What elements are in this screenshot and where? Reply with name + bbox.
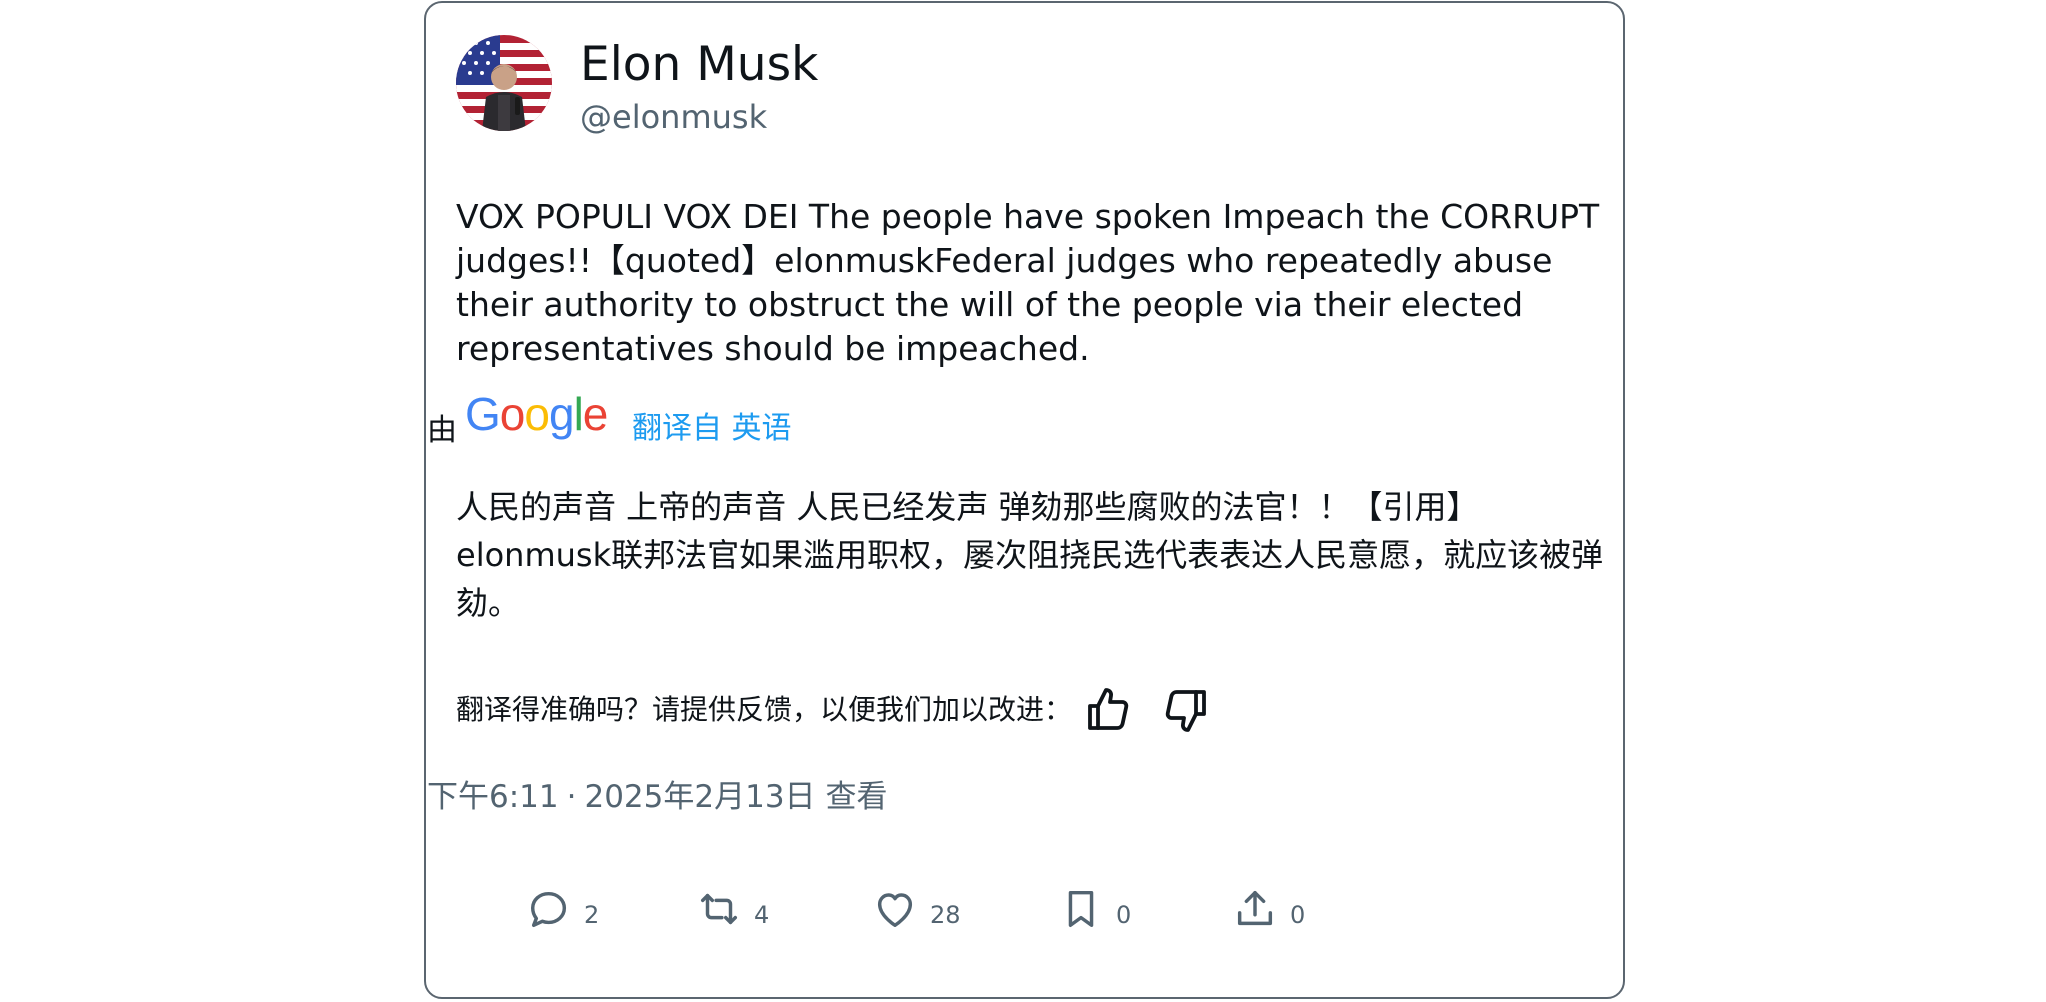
bookmark-icon — [1068, 890, 1094, 928]
avatar[interactable] — [456, 35, 552, 131]
tweet-time[interactable]: 下午6:11 — [427, 779, 559, 815]
google-logo: Google — [465, 388, 608, 440]
action-bar: 2 4 28 0 0 — [426, 879, 1623, 939]
view-link[interactable]: 查看 — [826, 779, 888, 815]
translated-by-label: 由 — [427, 413, 457, 448]
author-name[interactable]: Elon Musk — [580, 37, 818, 93]
tweet-card: Elon Musk @elonmusk VOX POPULI VOX DEI T… — [424, 1, 1625, 999]
reply-icon — [530, 891, 567, 928]
timestamp-separator: · — [566, 779, 577, 815]
feedback-prompt: 翻译得准确吗？请提供反馈，以便我们加以改进： — [456, 693, 1073, 726]
like-button[interactable]: 28 — [872, 879, 961, 939]
share-icon — [1237, 890, 1273, 926]
translation-text: 人民的声音 上帝的声音 人民已经发声 弹劾那些腐败的法官！！【引用】elonmu… — [456, 488, 1604, 622]
retweet-count: 4 — [754, 901, 770, 929]
thumbs-down-icon[interactable] — [1162, 686, 1210, 734]
reply-count: 2 — [584, 901, 600, 929]
reply-button[interactable]: 2 — [526, 879, 599, 939]
author-handle[interactable]: @elonmusk — [580, 97, 767, 137]
translated-from-link[interactable]: 翻译自 英语 — [632, 409, 792, 449]
tweet-text: VOX POPULI VOX DEI The people have spoke… — [456, 197, 1600, 368]
retweet-icon — [700, 893, 738, 925]
bookmark-button[interactable]: 0 — [1058, 879, 1131, 939]
tweet-timestamp: 下午6:11 · 2025年2月13日 查看 — [427, 777, 888, 817]
thumbs-up-icon[interactable] — [1084, 686, 1132, 734]
translation-feedback: 翻译得准确吗？请提供反馈，以便我们加以改进： — [456, 683, 1210, 737]
bookmark-count: 0 — [1116, 901, 1132, 929]
tweet-date[interactable]: 2025年2月13日 — [584, 779, 815, 815]
like-count: 28 — [930, 901, 961, 929]
retweet-button[interactable]: 4 — [696, 879, 769, 939]
share-count: 0 — [1290, 901, 1306, 929]
avatar-image — [456, 35, 552, 131]
share-button[interactable]: 0 — [1232, 879, 1305, 939]
like-icon — [877, 893, 913, 928]
